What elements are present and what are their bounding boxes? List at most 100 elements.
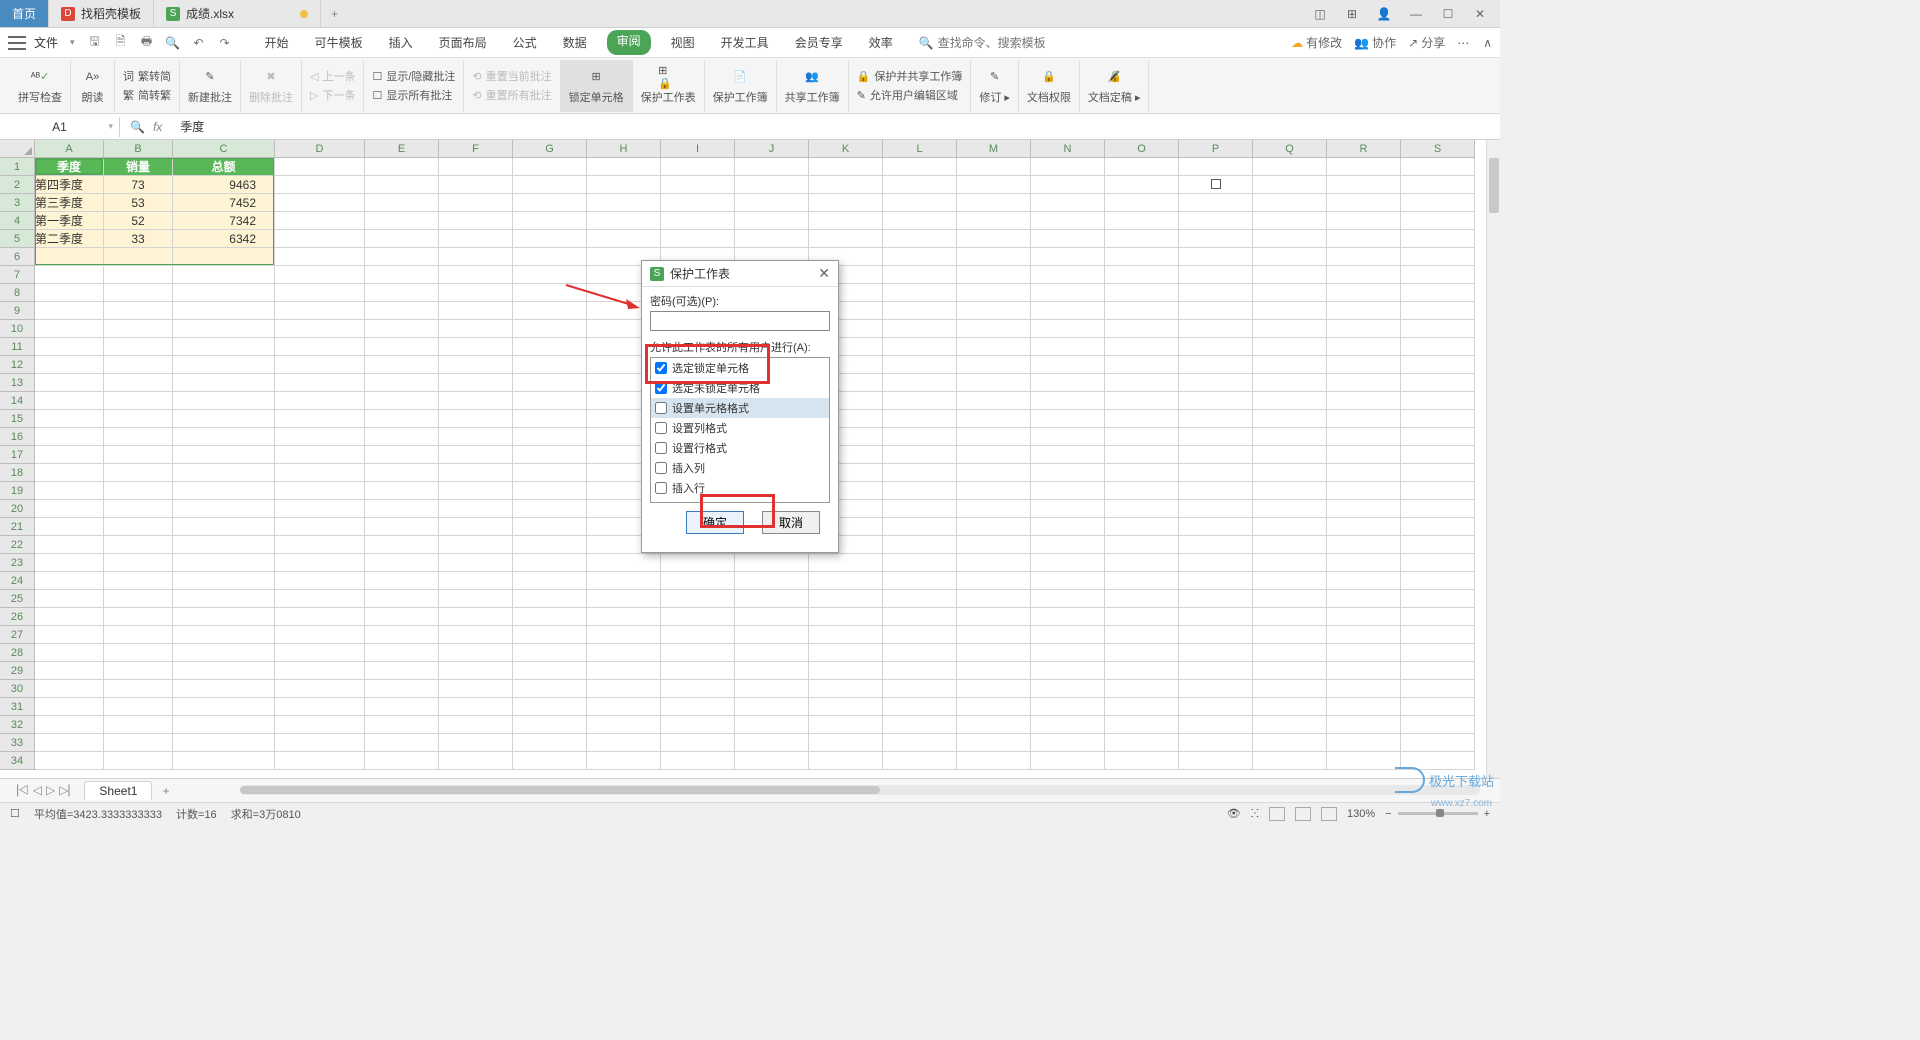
cell[interactable] bbox=[957, 590, 1031, 608]
cell[interactable] bbox=[513, 644, 587, 662]
cell[interactable] bbox=[365, 356, 439, 374]
cell[interactable] bbox=[275, 410, 365, 428]
cell[interactable] bbox=[173, 590, 275, 608]
cell[interactable] bbox=[1327, 752, 1401, 770]
cell[interactable] bbox=[1031, 464, 1105, 482]
cell[interactable] bbox=[883, 518, 957, 536]
cell[interactable] bbox=[365, 248, 439, 266]
cell[interactable] bbox=[1179, 464, 1253, 482]
cell[interactable] bbox=[439, 302, 513, 320]
cell[interactable] bbox=[1253, 464, 1327, 482]
cell[interactable] bbox=[735, 752, 809, 770]
cell[interactable] bbox=[1179, 392, 1253, 410]
cell[interactable] bbox=[1179, 446, 1253, 464]
cell[interactable] bbox=[104, 464, 173, 482]
cell[interactable] bbox=[1179, 680, 1253, 698]
row-header[interactable]: 6 bbox=[0, 248, 35, 266]
cell[interactable] bbox=[883, 662, 957, 680]
cell[interactable] bbox=[1253, 392, 1327, 410]
cell[interactable] bbox=[1253, 194, 1327, 212]
ribbon-protect-book[interactable]: 📄保护工作簿 bbox=[705, 60, 777, 112]
sheet-prev-icon[interactable]: ◁ bbox=[33, 783, 42, 798]
cell[interactable] bbox=[104, 428, 173, 446]
cell[interactable]: 33 bbox=[104, 230, 173, 248]
permission-option[interactable]: 插入超链接 bbox=[651, 498, 829, 503]
cell[interactable] bbox=[1327, 374, 1401, 392]
cell[interactable] bbox=[883, 482, 957, 500]
cell[interactable] bbox=[1327, 446, 1401, 464]
cell[interactable] bbox=[1179, 734, 1253, 752]
cancel-fx-icon[interactable]: 🔍 bbox=[130, 120, 145, 134]
cell[interactable] bbox=[1031, 230, 1105, 248]
menu-tab-efficiency[interactable]: 效率 bbox=[863, 30, 899, 55]
cell[interactable] bbox=[1327, 320, 1401, 338]
cell[interactable] bbox=[957, 464, 1031, 482]
menu-tab-view[interactable]: 视图 bbox=[665, 30, 701, 55]
cell[interactable] bbox=[1031, 194, 1105, 212]
cell[interactable] bbox=[439, 572, 513, 590]
cell[interactable] bbox=[957, 374, 1031, 392]
cell[interactable] bbox=[104, 626, 173, 644]
cell[interactable] bbox=[275, 302, 365, 320]
cell[interactable] bbox=[883, 320, 957, 338]
cell[interactable] bbox=[1105, 662, 1179, 680]
cell[interactable] bbox=[957, 320, 1031, 338]
cell[interactable] bbox=[439, 500, 513, 518]
cancel-button[interactable]: 取消 bbox=[762, 511, 820, 534]
cell[interactable] bbox=[173, 554, 275, 572]
cell[interactable] bbox=[1327, 482, 1401, 500]
cell[interactable] bbox=[35, 554, 104, 572]
cell[interactable] bbox=[1105, 284, 1179, 302]
cell[interactable] bbox=[513, 536, 587, 554]
cell[interactable] bbox=[513, 212, 587, 230]
cell[interactable] bbox=[661, 158, 735, 176]
select-all-corner[interactable] bbox=[0, 140, 35, 158]
cell[interactable] bbox=[957, 518, 1031, 536]
cell[interactable] bbox=[1031, 284, 1105, 302]
cell[interactable] bbox=[957, 194, 1031, 212]
permission-option[interactable]: 设置列格式 bbox=[651, 418, 829, 438]
row-header[interactable]: 12 bbox=[0, 356, 35, 374]
sheet-next-icon[interactable]: ▷ bbox=[46, 783, 55, 798]
cell[interactable] bbox=[735, 626, 809, 644]
cell[interactable] bbox=[1327, 644, 1401, 662]
cell[interactable] bbox=[1105, 356, 1179, 374]
cell[interactable] bbox=[883, 338, 957, 356]
cell[interactable] bbox=[275, 734, 365, 752]
cell[interactable] bbox=[1179, 644, 1253, 662]
permission-option[interactable]: 设置行格式 bbox=[651, 438, 829, 458]
cell[interactable] bbox=[957, 356, 1031, 374]
cell[interactable] bbox=[883, 572, 957, 590]
cell[interactable] bbox=[1179, 320, 1253, 338]
cell[interactable] bbox=[35, 644, 104, 662]
cell[interactable] bbox=[439, 446, 513, 464]
col-header[interactable]: S bbox=[1401, 140, 1475, 158]
cell[interactable] bbox=[809, 230, 883, 248]
cell[interactable]: 第三季度 bbox=[35, 194, 104, 212]
cell[interactable] bbox=[1401, 320, 1475, 338]
cell[interactable] bbox=[104, 500, 173, 518]
cell[interactable] bbox=[1031, 554, 1105, 572]
row-header[interactable]: 13 bbox=[0, 374, 35, 392]
ribbon-revisions[interactable]: ✎修订 ▸ bbox=[971, 60, 1019, 112]
cell[interactable] bbox=[1327, 554, 1401, 572]
cell[interactable] bbox=[513, 194, 587, 212]
cell[interactable] bbox=[275, 554, 365, 572]
cell[interactable] bbox=[439, 212, 513, 230]
cell[interactable] bbox=[513, 266, 587, 284]
col-header[interactable]: N bbox=[1031, 140, 1105, 158]
col-header[interactable]: L bbox=[883, 140, 957, 158]
cell[interactable] bbox=[173, 320, 275, 338]
cell[interactable] bbox=[1179, 284, 1253, 302]
cell[interactable] bbox=[439, 680, 513, 698]
cell[interactable] bbox=[587, 662, 661, 680]
cell[interactable] bbox=[1105, 410, 1179, 428]
cell[interactable] bbox=[104, 752, 173, 770]
cell[interactable] bbox=[883, 392, 957, 410]
permission-checkbox[interactable] bbox=[655, 402, 667, 414]
cell[interactable] bbox=[513, 608, 587, 626]
cell[interactable] bbox=[809, 644, 883, 662]
row-header[interactable]: 7 bbox=[0, 266, 35, 284]
close-icon[interactable]: ✕ bbox=[1468, 2, 1492, 26]
cell[interactable] bbox=[1253, 482, 1327, 500]
